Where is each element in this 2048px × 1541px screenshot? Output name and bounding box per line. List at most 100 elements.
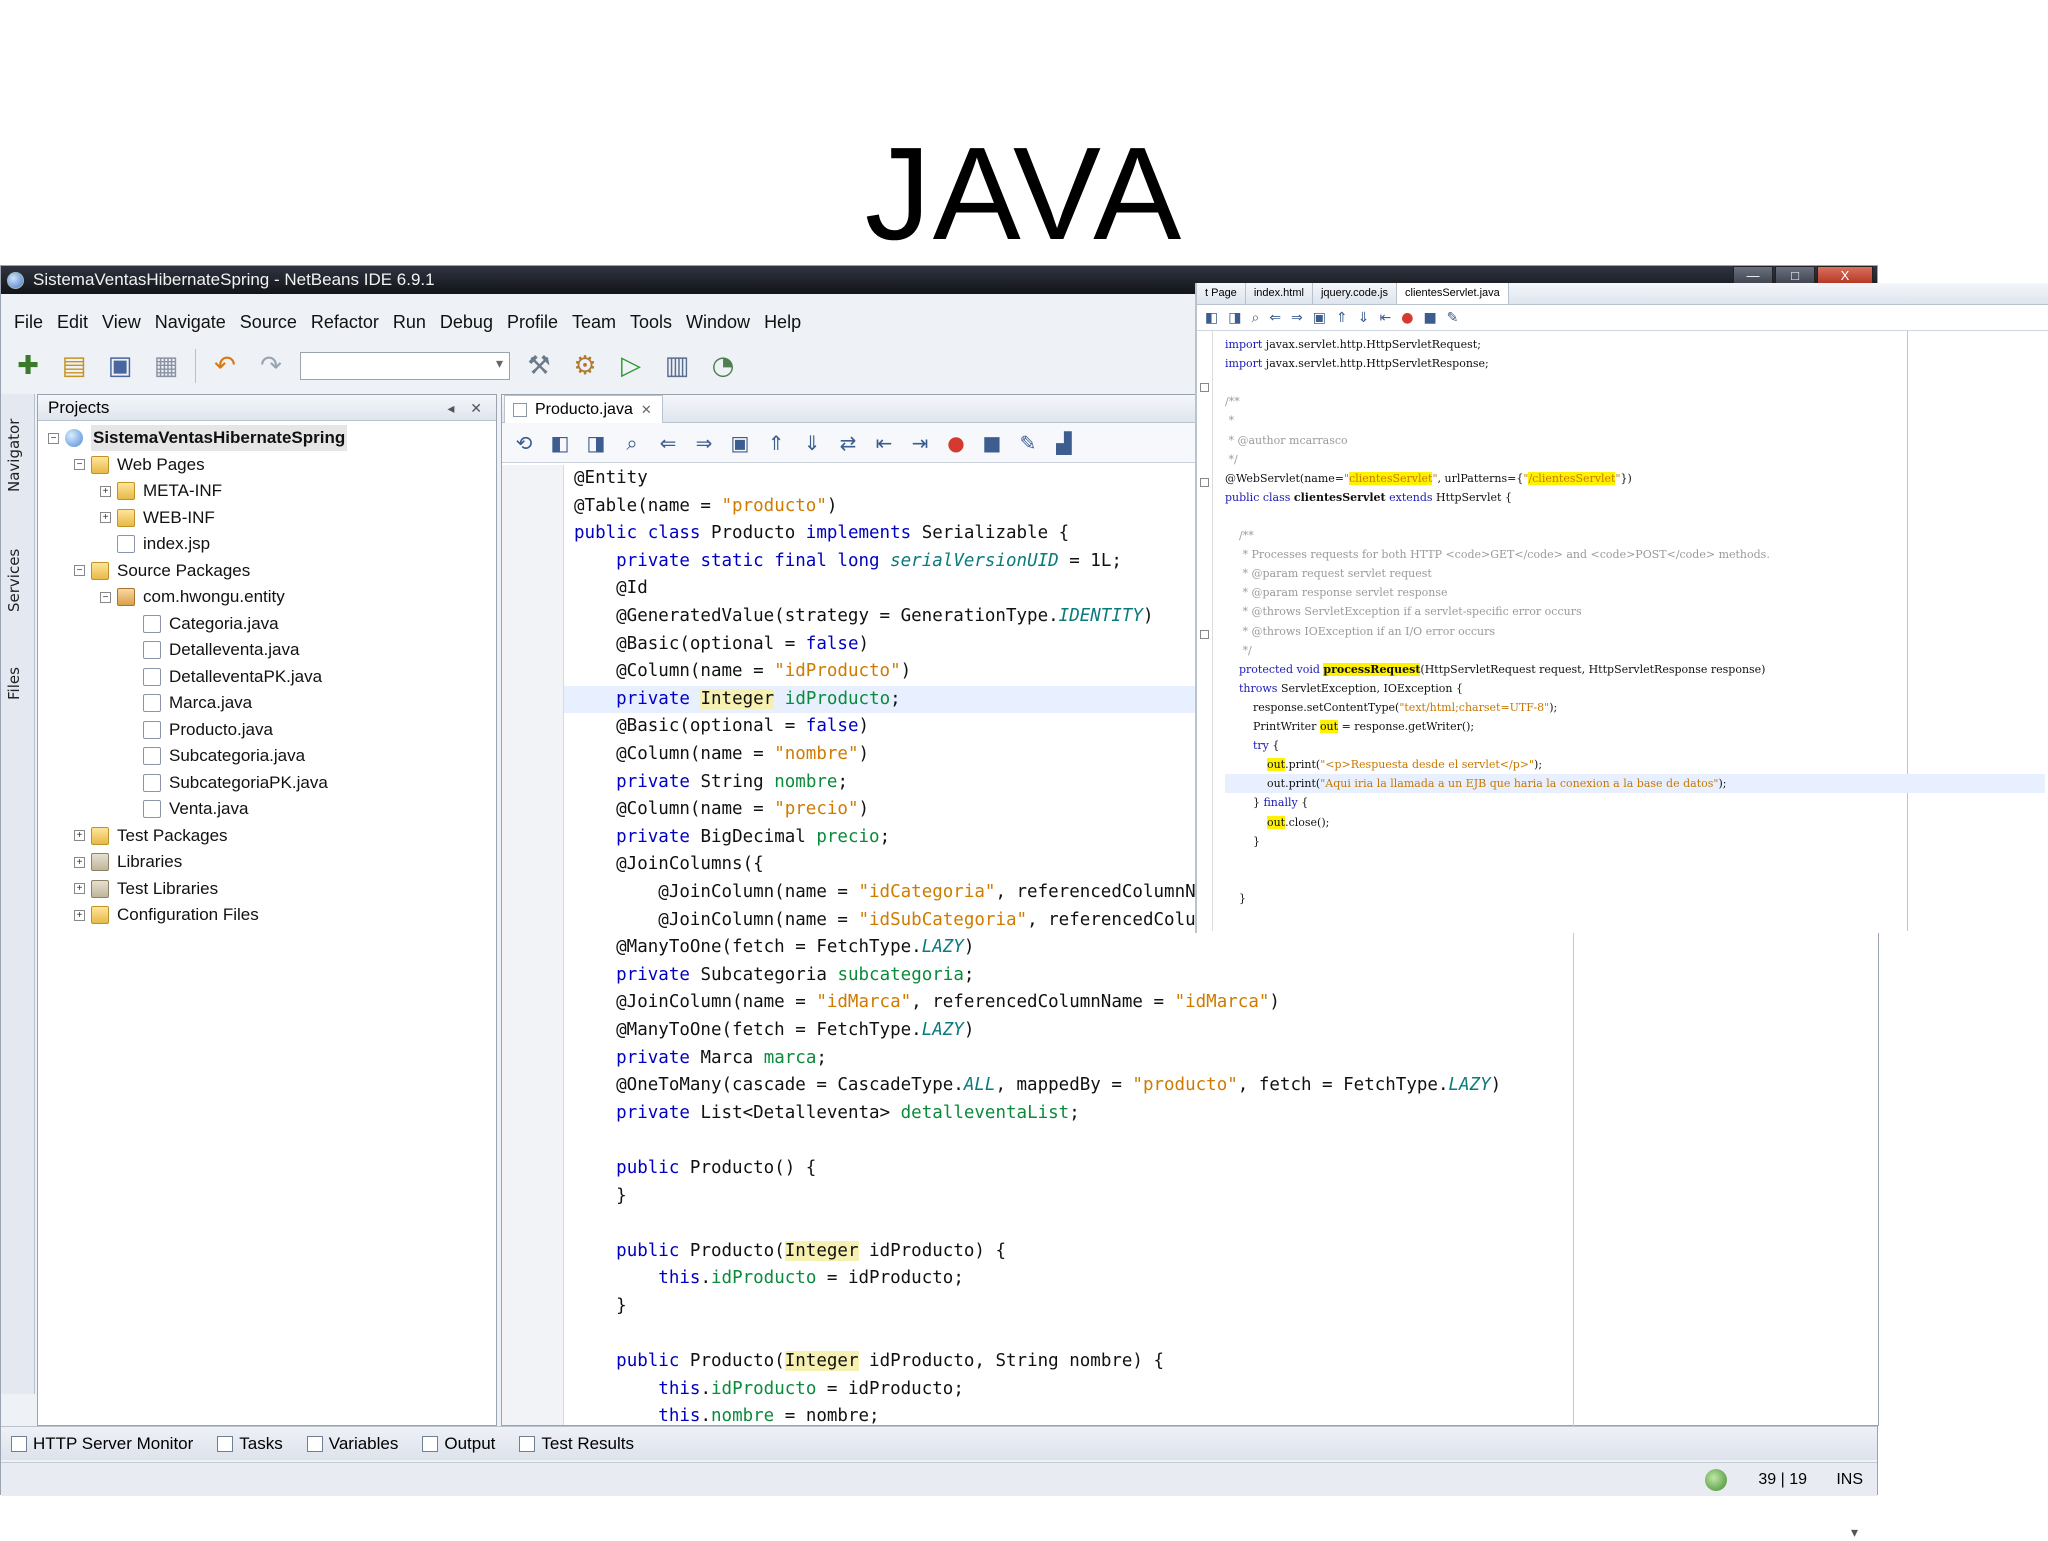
code-line[interactable]: 54 private List<Detalleventa> detalleven… [564,1100,1874,1128]
ov-stop-icon[interactable]: ■ [1423,310,1436,326]
navigator-tab[interactable]: Navigator [5,419,23,492]
menu-edit[interactable]: Edit [50,306,95,338]
shift-left-icon[interactable]: ⇤ [872,431,896,455]
code-line[interactable]: 59− public Producto(Integer idProducto) … [564,1238,1874,1266]
scroll-down-icon[interactable]: ▾ [1851,1525,1858,1541]
last-edit-icon[interactable]: ⟲ [512,431,536,455]
tree-node[interactable]: − com.hwongu.entity [100,584,285,610]
tree-node[interactable]: Detalleventa.java [126,637,299,663]
code-line[interactable]: 56− public Producto() { [564,1155,1874,1183]
run-icon[interactable]: ▷ [614,350,648,382]
expand-icon[interactable]: + [74,909,85,921]
ov-find-next-icon[interactable]: ⇒ [1291,310,1303,326]
open-project-icon[interactable]: ▤ [57,350,91,382]
code-line[interactable]: 64 this.idProducto = idProducto; [564,1376,1874,1404]
tab-producto-java[interactable]: Producto.java ✕ [504,395,663,423]
menu-help[interactable]: Help [757,306,808,338]
code-line[interactable]: 57 } [564,1183,1874,1211]
tree-node[interactable]: Marca.java [126,690,252,716]
menu-tools[interactable]: Tools [623,306,679,338]
uncomment-icon[interactable]: ▟ [1052,431,1076,455]
tree-node[interactable]: − Source Packages [74,558,250,584]
tree-node[interactable]: Subcategoria.java [126,743,305,769]
stop-macro-icon[interactable]: ■ [980,431,1004,455]
ov-back-icon[interactable]: ◧ [1205,310,1218,326]
collapse-icon[interactable]: − [100,591,111,603]
redo-icon[interactable]: ↷ [254,350,288,382]
collapse-icon[interactable]: − [74,459,85,470]
code-line[interactable]: 60 this.idProducto = idProducto; [564,1265,1874,1293]
tree-node[interactable]: − Web Pages [74,452,205,478]
build-icon[interactable]: ⚒ [522,350,556,382]
menu-debug[interactable]: Debug [433,306,500,338]
bottom-tab-tasks[interactable]: Tasks [217,1434,283,1454]
code-line[interactable]: 53 @OneToMany(cascade = CascadeType.ALL,… [564,1072,1874,1100]
overlay-tab[interactable]: clientesServlet.java [1397,283,1509,304]
forward-icon[interactable]: ◨ [584,431,608,455]
menu-run[interactable]: Run [386,306,433,338]
ov-macro-icon[interactable]: ● [1401,310,1413,326]
ov-forward-icon[interactable]: ◨ [1228,310,1241,326]
code-line[interactable]: 48 @ManyToOne(fetch = FetchType.LAZY) [564,934,1874,962]
expand-icon[interactable]: + [74,830,85,841]
panel-controls-icon[interactable]: ◂ ✕ [447,395,488,421]
undo-icon[interactable]: ↶ [208,350,242,382]
tree-node[interactable]: + Libraries [74,849,182,875]
tree-node[interactable]: − SistemaVentasHibernateSpring [48,425,348,451]
fold-icon[interactable] [1200,630,1209,639]
tree-node[interactable]: DetalleventaPK.java [126,664,322,690]
ov-shift-icon[interactable]: ⇤ [1379,310,1391,326]
find-previous-icon[interactable]: ⇐ [656,431,680,455]
code-line[interactable]: 50 @JoinColumn(name = "idMarca", referen… [564,989,1874,1017]
notification-icon[interactable] [1705,1469,1727,1491]
start-macro-icon[interactable]: ● [944,431,968,455]
overlay-tab[interactable]: jquery.code.js [1313,283,1398,304]
tree-node[interactable]: Producto.java [126,717,273,743]
bottom-tab-output[interactable]: Output [422,1434,495,1454]
save-all-icon[interactable]: ▣ [103,350,137,382]
tree-node[interactable]: Venta.java [126,796,248,822]
code-line[interactable]: 52 private Marca marca; [564,1045,1874,1073]
tree-node[interactable]: + Configuration Files [74,902,259,928]
close-project-icon[interactable]: ▦ [149,350,183,382]
bottom-tab-variables[interactable]: Variables [306,1434,398,1454]
ov-highlight-icon[interactable]: ▣ [1313,310,1326,326]
code-line[interactable]: 55 [564,1127,1874,1155]
menu-source[interactable]: Source [233,306,304,338]
code-line[interactable]: 51 @ManyToOne(fetch = FetchType.LAZY) [564,1017,1874,1045]
next-bookmark-icon[interactable]: ⇓ [800,431,824,455]
tree-node[interactable]: + META-INF [100,478,222,504]
tree-node[interactable]: SubcategoriaPK.java [126,770,328,796]
menu-team[interactable]: Team [565,306,623,338]
overlay-tab[interactable]: t Page [1197,283,1246,304]
configuration-combo[interactable] [300,352,510,380]
ov-bookmark-prev-icon[interactable]: ⇑ [1336,310,1348,326]
fold-icon[interactable] [1200,478,1209,487]
menu-window[interactable]: Window [679,306,757,338]
shift-right-icon[interactable]: ⇥ [908,431,932,455]
ov-find-prev-icon[interactable]: ⇐ [1269,310,1281,326]
fold-icon[interactable] [1200,383,1209,392]
services-tab[interactable]: Services [5,549,23,612]
code-line[interactable]: 61 } [564,1293,1874,1321]
code-line[interactable]: 49 private Subcategoria subcategoria; [564,962,1874,990]
ov-comment-icon[interactable]: ✎ [1447,310,1459,326]
comment-icon[interactable]: ✎ [1016,431,1040,455]
new-project-icon[interactable]: ✚ [11,350,45,382]
expand-icon[interactable]: + [74,883,85,894]
menu-profile[interactable]: Profile [500,306,565,338]
code-line[interactable]: 58 [564,1210,1874,1238]
toggle-bookmark-icon[interactable]: ⇄ [836,431,860,455]
find-icon[interactable]: ⌕ [620,431,644,455]
debug-icon[interactable]: ▥ [660,350,694,382]
profile-icon[interactable]: ◔ [706,350,740,382]
find-next-icon[interactable]: ⇒ [692,431,716,455]
tree-node[interactable]: index.jsp [100,531,210,557]
expand-icon[interactable]: + [100,512,111,523]
files-tab[interactable]: Files [5,667,23,700]
bottom-tab-test-results[interactable]: Test Results [519,1434,634,1454]
menu-view[interactable]: View [95,306,148,338]
menu-refactor[interactable]: Refactor [304,306,386,338]
expand-icon[interactable]: + [100,485,111,497]
tree-node[interactable]: + Test Libraries [74,876,218,902]
